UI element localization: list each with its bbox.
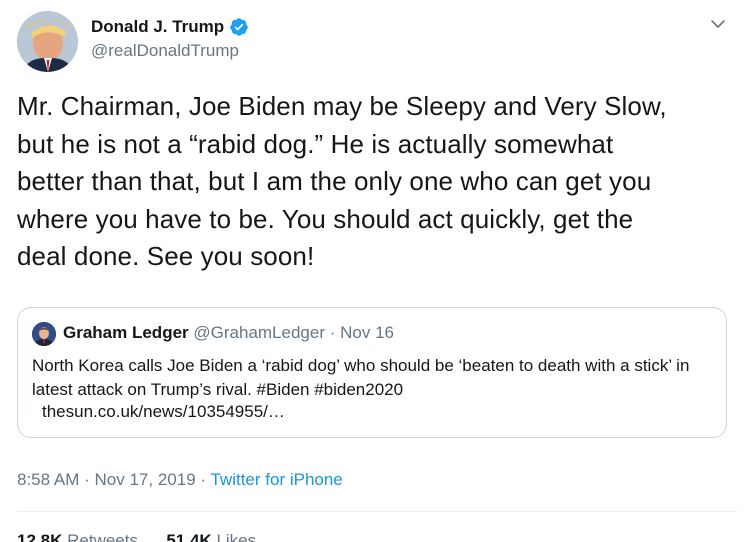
- likes-label: Likes: [216, 531, 257, 542]
- tweet-stats: 12.8K Retweets 51.4K Likes: [17, 531, 256, 542]
- quoted-link[interactable]: thesun.co.uk/news/10354955/…: [42, 402, 285, 422]
- author-name-row: Donald J. Trump: [91, 15, 249, 39]
- quoted-tweet[interactable]: Graham Ledger @GrahamLedger · Nov 16 Nor…: [17, 307, 727, 438]
- quoted-date: Nov 16: [340, 323, 395, 342]
- quoted-separator: ·: [329, 323, 336, 342]
- tweet-text: Mr. Chairman, Joe Biden may be Sleepy an…: [17, 91, 667, 271]
- chevron-down-icon[interactable]: [710, 16, 726, 32]
- meta-separator: ·: [84, 470, 90, 489]
- tweet-card: Donald J. Trump @realDonaldTrump Mr. Cha…: [0, 0, 754, 542]
- quoted-author-avatar: [32, 322, 56, 346]
- author-handle[interactable]: @realDonaldTrump: [91, 41, 249, 61]
- likes-stat[interactable]: 51.4K Likes: [166, 531, 256, 542]
- tweet-meta: 8:58 AM · Nov 17, 2019 · Twitter for iPh…: [17, 470, 343, 490]
- retweets-count: 12.8K: [17, 531, 63, 542]
- meta-separator: ·: [200, 470, 207, 489]
- quoted-text: North Korea calls Joe Biden a ‘rabid dog…: [32, 356, 690, 399]
- author-info: Donald J. Trump @realDonaldTrump: [91, 15, 249, 61]
- retweets-label: Retweets: [67, 531, 138, 542]
- tweet-source-link[interactable]: Twitter for iPhone: [210, 470, 342, 489]
- quoted-author-name: Graham Ledger: [63, 323, 189, 342]
- retweets-stat[interactable]: 12.8K Retweets: [17, 531, 138, 542]
- tweet-date[interactable]: Nov 17, 2019: [95, 470, 196, 489]
- tweet-time[interactable]: 8:58 AM: [17, 470, 79, 489]
- likes-count: 51.4K: [166, 531, 212, 542]
- quoted-author-handle: @GrahamLedger: [193, 323, 325, 342]
- quoted-header: Graham Ledger @GrahamLedger · Nov 16: [63, 323, 394, 343]
- author-avatar[interactable]: [17, 11, 78, 72]
- divider: [17, 511, 737, 512]
- verified-badge-icon: [230, 18, 248, 36]
- author-name[interactable]: Donald J. Trump: [91, 17, 224, 37]
